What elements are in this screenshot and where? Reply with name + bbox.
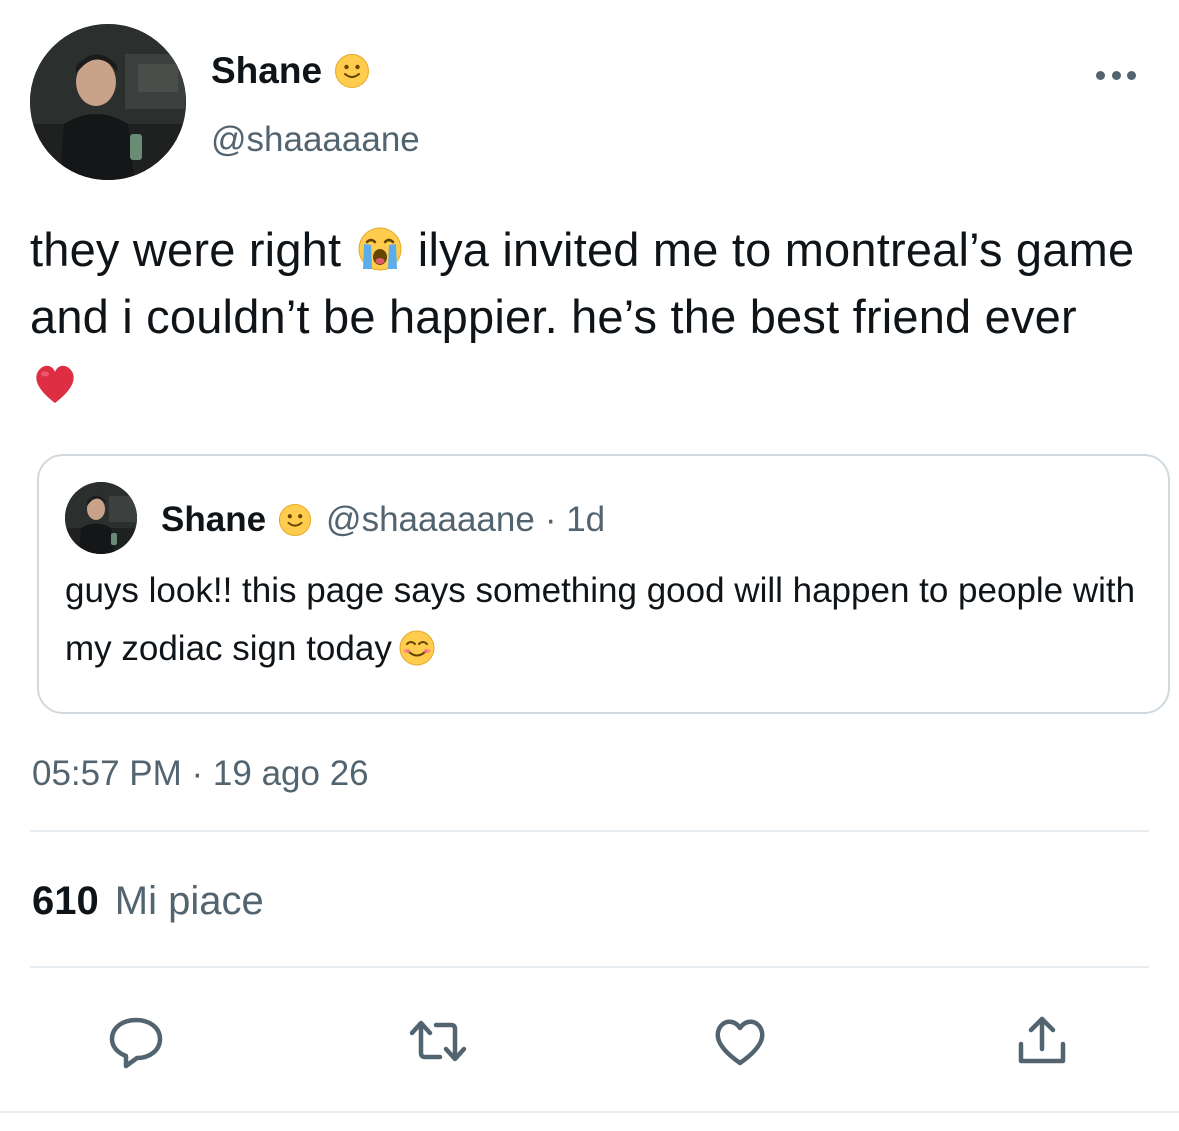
quoted-author-name: Shane xyxy=(161,500,267,539)
more-dot xyxy=(1096,70,1105,80)
retweet-icon xyxy=(409,1020,467,1062)
tweet-text-part-1: they were right xyxy=(30,223,342,276)
share-icon xyxy=(1018,1016,1066,1064)
quoted-author-avatar xyxy=(65,482,137,554)
reply-icon xyxy=(109,1017,163,1069)
likes-label: Mi piace xyxy=(114,879,264,923)
like-button[interactable] xyxy=(705,1006,775,1076)
quoted-tweet-card[interactable]: Shane @shaaaaane · 1d guys look!! this p… xyxy=(37,454,1170,714)
tweet-timestamp[interactable]: 05:57 PM · 19 ago 26 xyxy=(32,752,369,796)
likes-stat[interactable]: 610 Mi piace xyxy=(32,876,264,926)
profile-photo xyxy=(65,482,137,554)
quoted-author-handle: @shaaaaane xyxy=(326,500,535,539)
reply-button[interactable] xyxy=(101,1006,171,1076)
quoted-tweet-age: · 1d xyxy=(544,500,606,539)
author-handle[interactable]: @shaaaaane xyxy=(211,118,420,162)
heart-icon xyxy=(715,1019,765,1066)
author-avatar[interactable] xyxy=(30,24,186,180)
share-button[interactable] xyxy=(1007,1006,1077,1076)
author-name-row[interactable]: Shane xyxy=(211,48,370,94)
more-dot xyxy=(1111,70,1121,80)
more-options-button[interactable] xyxy=(1096,60,1136,90)
more-dot xyxy=(1127,70,1136,80)
loudly-crying-face-icon xyxy=(358,227,402,271)
divider xyxy=(30,966,1149,968)
quoted-tweet-text: guys look!! this page says something goo… xyxy=(65,562,1145,678)
retweet-button[interactable] xyxy=(403,1006,473,1076)
quoted-tweet-text-body: guys look!! this page says something goo… xyxy=(65,571,1136,668)
author-display-name: Shane xyxy=(211,50,323,91)
likes-count: 610 xyxy=(32,879,99,923)
slightly-smiling-face-icon xyxy=(278,503,312,537)
smiling-face-with-smiling-eyes-icon xyxy=(399,630,435,666)
divider xyxy=(0,1111,1179,1113)
tweet-text: they were right ilya invited me to montr… xyxy=(30,216,1140,417)
quoted-tweet-header: Shane @shaaaaane · 1d xyxy=(161,498,605,542)
divider xyxy=(30,830,1149,832)
slightly-smiling-face-icon xyxy=(335,54,370,88)
red-heart-icon xyxy=(36,365,74,403)
profile-photo xyxy=(30,24,186,180)
